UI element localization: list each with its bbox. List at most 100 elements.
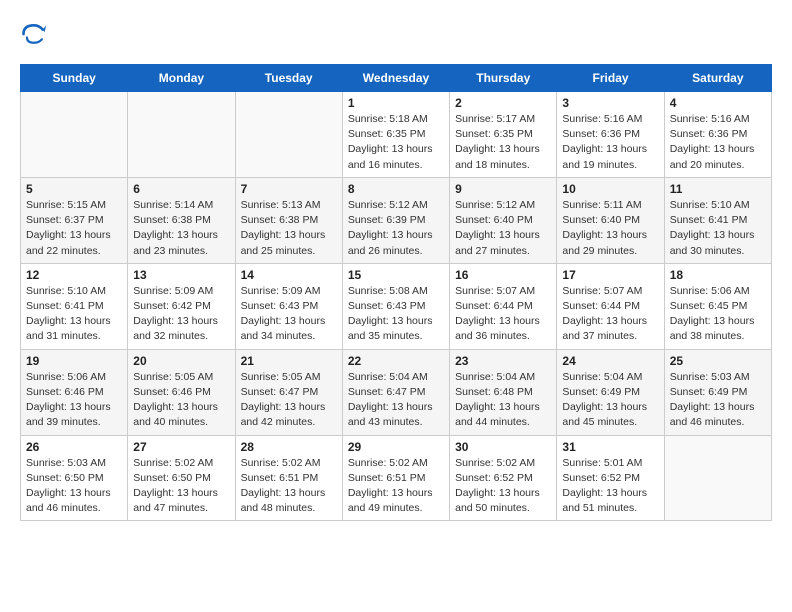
day-of-week-header: Wednesday xyxy=(342,65,449,92)
calendar-cell xyxy=(235,92,342,178)
calendar-cell: 11 Sunrise: 5:10 AM Sunset: 6:41 PM Dayli… xyxy=(664,177,771,263)
day-number: 12 xyxy=(26,268,122,282)
calendar-cell: 4 Sunrise: 5:16 AM Sunset: 6:36 PM Daylig… xyxy=(664,92,771,178)
day-number: 18 xyxy=(670,268,766,282)
calendar-cell xyxy=(21,92,128,178)
calendar-cell: 31 Sunrise: 5:01 AM Sunset: 6:52 PM Dayli… xyxy=(557,435,664,521)
day-info: Sunrise: 5:16 AM Sunset: 6:36 PM Dayligh… xyxy=(670,112,766,173)
day-number: 16 xyxy=(455,268,551,282)
calendar-cell: 17Sunrise: 5:07 AM Sunset: 6:44 PM Dayli… xyxy=(557,263,664,349)
day-info: Sunrise: 5:15 AM Sunset: 6:37 PM Dayligh… xyxy=(26,198,122,259)
day-number: 27 xyxy=(133,440,229,454)
calendar-cell: 5 Sunrise: 5:15 AM Sunset: 6:37 PM Daylig… xyxy=(21,177,128,263)
day-info: Sunrise: 5:07 AM Sunset: 6:44 PM Dayligh… xyxy=(562,284,658,345)
day-info: Sunrise: 5:02 AM Sunset: 6:51 PM Dayligh… xyxy=(348,456,444,517)
day-number: 19 xyxy=(26,354,122,368)
day-number: 3 xyxy=(562,96,658,110)
calendar-week-row: 5 Sunrise: 5:15 AM Sunset: 6:37 PM Daylig… xyxy=(21,177,772,263)
day-number: 13 xyxy=(133,268,229,282)
day-info: Sunrise: 5:08 AM Sunset: 6:43 PM Dayligh… xyxy=(348,284,444,345)
day-info: Sunrise: 5:03 AM Sunset: 6:49 PM Dayligh… xyxy=(670,370,766,431)
day-number: 7 xyxy=(241,182,337,196)
calendar-cell: 14 Sunrise: 5:09 AM Sunset: 6:43 PM Dayli… xyxy=(235,263,342,349)
calendar-cell: 8Sunrise: 5:12 AM Sunset: 6:39 PM Daylig… xyxy=(342,177,449,263)
logo-icon xyxy=(20,20,48,48)
day-of-week-header: Thursday xyxy=(450,65,557,92)
day-info: Sunrise: 5:05 AM Sunset: 6:47 PM Dayligh… xyxy=(241,370,337,431)
day-number: 11 xyxy=(670,182,766,196)
day-info: Sunrise: 5:03 AM Sunset: 6:50 PM Dayligh… xyxy=(26,456,122,517)
day-number: 2 xyxy=(455,96,551,110)
day-number: 4 xyxy=(670,96,766,110)
day-info: Sunrise: 5:12 AM Sunset: 6:39 PM Dayligh… xyxy=(348,198,444,259)
calendar-cell: 12Sunrise: 5:10 AM Sunset: 6:41 PM Dayli… xyxy=(21,263,128,349)
day-of-week-header: Sunday xyxy=(21,65,128,92)
day-info: Sunrise: 5:18 AM Sunset: 6:35 PM Dayligh… xyxy=(348,112,444,173)
day-number: 22 xyxy=(348,354,444,368)
day-number: 10 xyxy=(562,182,658,196)
calendar-cell: 30Sunrise: 5:02 AM Sunset: 6:52 PM Dayli… xyxy=(450,435,557,521)
day-number: 26 xyxy=(26,440,122,454)
calendar-cell: 28 Sunrise: 5:02 AM Sunset: 6:51 PM Dayli… xyxy=(235,435,342,521)
day-number: 29 xyxy=(348,440,444,454)
calendar-cell: 15 Sunrise: 5:08 AM Sunset: 6:43 PM Dayli… xyxy=(342,263,449,349)
day-number: 24 xyxy=(562,354,658,368)
day-info: Sunrise: 5:04 AM Sunset: 6:48 PM Dayligh… xyxy=(455,370,551,431)
calendar-cell xyxy=(128,92,235,178)
day-number: 23 xyxy=(455,354,551,368)
calendar-week-row: 12Sunrise: 5:10 AM Sunset: 6:41 PM Dayli… xyxy=(21,263,772,349)
calendar-table: SundayMondayTuesdayWednesdayThursdayFrid… xyxy=(20,64,772,521)
calendar-cell xyxy=(664,435,771,521)
day-of-week-header: Friday xyxy=(557,65,664,92)
day-number: 14 xyxy=(241,268,337,282)
day-of-week-header: Monday xyxy=(128,65,235,92)
calendar-cell: 18 Sunrise: 5:06 AM Sunset: 6:45 PM Dayli… xyxy=(664,263,771,349)
day-number: 28 xyxy=(241,440,337,454)
day-number: 9 xyxy=(455,182,551,196)
day-number: 6 xyxy=(133,182,229,196)
calendar-cell: 3Sunrise: 5:16 AM Sunset: 6:36 PM Daylig… xyxy=(557,92,664,178)
day-number: 15 xyxy=(348,268,444,282)
calendar-cell: 23 Sunrise: 5:04 AM Sunset: 6:48 PM Dayli… xyxy=(450,349,557,435)
calendar-cell: 27 Sunrise: 5:02 AM Sunset: 6:50 PM Dayli… xyxy=(128,435,235,521)
calendar-cell: 24 Sunrise: 5:04 AM Sunset: 6:49 PM Dayli… xyxy=(557,349,664,435)
calendar-cell: 16 Sunrise: 5:07 AM Sunset: 6:44 PM Dayli… xyxy=(450,263,557,349)
day-info: Sunrise: 5:01 AM Sunset: 6:52 PM Dayligh… xyxy=(562,456,658,517)
day-info: Sunrise: 5:05 AM Sunset: 6:46 PM Dayligh… xyxy=(133,370,229,431)
calendar-week-row: 1 Sunrise: 5:18 AM Sunset: 6:35 PM Daylig… xyxy=(21,92,772,178)
day-of-week-header: Saturday xyxy=(664,65,771,92)
day-info: Sunrise: 5:02 AM Sunset: 6:50 PM Dayligh… xyxy=(133,456,229,517)
day-number: 1 xyxy=(348,96,444,110)
day-info: Sunrise: 5:04 AM Sunset: 6:47 PM Dayligh… xyxy=(348,370,444,431)
calendar-cell: 13 Sunrise: 5:09 AM Sunset: 6:42 PM Dayli… xyxy=(128,263,235,349)
day-number: 31 xyxy=(562,440,658,454)
day-info: Sunrise: 5:17 AM Sunset: 6:35 PM Dayligh… xyxy=(455,112,551,173)
calendar-cell: 21Sunrise: 5:05 AM Sunset: 6:47 PM Dayli… xyxy=(235,349,342,435)
day-info: Sunrise: 5:10 AM Sunset: 6:41 PM Dayligh… xyxy=(670,198,766,259)
calendar-cell: 29 Sunrise: 5:02 AM Sunset: 6:51 PM Dayli… xyxy=(342,435,449,521)
calendar-cell: 7Sunrise: 5:13 AM Sunset: 6:38 PM Daylig… xyxy=(235,177,342,263)
day-number: 20 xyxy=(133,354,229,368)
day-info: Sunrise: 5:06 AM Sunset: 6:46 PM Dayligh… xyxy=(26,370,122,431)
day-info: Sunrise: 5:04 AM Sunset: 6:49 PM Dayligh… xyxy=(562,370,658,431)
calendar-cell: 20 Sunrise: 5:05 AM Sunset: 6:46 PM Dayli… xyxy=(128,349,235,435)
day-info: Sunrise: 5:02 AM Sunset: 6:52 PM Dayligh… xyxy=(455,456,551,517)
calendar-cell: 22 Sunrise: 5:04 AM Sunset: 6:47 PM Dayli… xyxy=(342,349,449,435)
day-info: Sunrise: 5:14 AM Sunset: 6:38 PM Dayligh… xyxy=(133,198,229,259)
day-info: Sunrise: 5:09 AM Sunset: 6:43 PM Dayligh… xyxy=(241,284,337,345)
day-info: Sunrise: 5:02 AM Sunset: 6:51 PM Dayligh… xyxy=(241,456,337,517)
day-info: Sunrise: 5:07 AM Sunset: 6:44 PM Dayligh… xyxy=(455,284,551,345)
day-info: Sunrise: 5:12 AM Sunset: 6:40 PM Dayligh… xyxy=(455,198,551,259)
day-of-week-header: Tuesday xyxy=(235,65,342,92)
calendar-cell: 1 Sunrise: 5:18 AM Sunset: 6:35 PM Daylig… xyxy=(342,92,449,178)
calendar-cell: 2 Sunrise: 5:17 AM Sunset: 6:35 PM Daylig… xyxy=(450,92,557,178)
day-info: Sunrise: 5:11 AM Sunset: 6:40 PM Dayligh… xyxy=(562,198,658,259)
calendar-cell: 25 Sunrise: 5:03 AM Sunset: 6:49 PM Dayli… xyxy=(664,349,771,435)
calendar-cell: 26 Sunrise: 5:03 AM Sunset: 6:50 PM Dayli… xyxy=(21,435,128,521)
day-info: Sunrise: 5:06 AM Sunset: 6:45 PM Dayligh… xyxy=(670,284,766,345)
day-number: 25 xyxy=(670,354,766,368)
day-number: 5 xyxy=(26,182,122,196)
calendar-cell: 10 Sunrise: 5:11 AM Sunset: 6:40 PM Dayli… xyxy=(557,177,664,263)
calendar-cell: 6 Sunrise: 5:14 AM Sunset: 6:38 PM Daylig… xyxy=(128,177,235,263)
day-info: Sunrise: 5:09 AM Sunset: 6:42 PM Dayligh… xyxy=(133,284,229,345)
